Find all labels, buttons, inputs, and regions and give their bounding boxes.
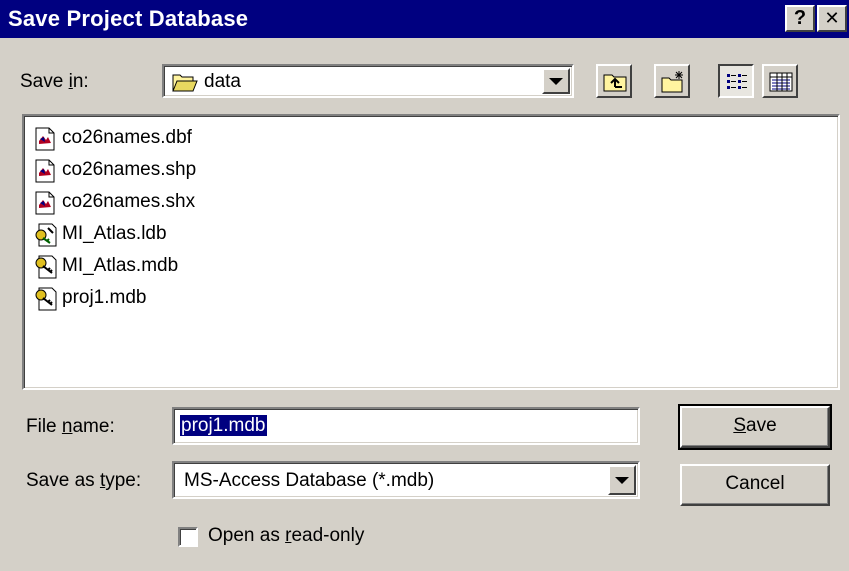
file-name-text: co26names.shx (62, 191, 196, 212)
chevron-down-icon (549, 78, 563, 85)
read-only-label-post: ead-only (291, 525, 365, 546)
file-list[interactable]: co26names.dbf co26names.shp co26names.shx M… (22, 114, 840, 390)
access-database-icon (34, 255, 58, 279)
access-database-icon (34, 287, 58, 311)
read-only-label-pre: Open as (208, 525, 286, 546)
read-only-checkbox[interactable] (178, 527, 198, 547)
save-in-label-post: n: (72, 71, 89, 92)
dialog-title: Save Project Database (8, 6, 249, 31)
file-name-label: File name: (26, 416, 115, 438)
save-as-type-label: Save as type: (26, 470, 141, 492)
save-in-dropdown-button[interactable] (542, 68, 570, 94)
read-only-label[interactable]: Open as read-only (208, 525, 364, 547)
list-view-icon (727, 74, 747, 89)
new-folder-icon (661, 71, 683, 93)
save-as-type-combo[interactable]: MS-Access Database (*.mdb) (172, 461, 640, 499)
save-as-type-dropdown-button[interactable] (608, 465, 636, 495)
save-in-combo[interactable]: data (162, 64, 574, 98)
save-as-type-label-post: ype: (105, 470, 142, 491)
save-as-type-label-pre: Save as (26, 470, 100, 491)
file-name-input[interactable]: proj1.mdb (172, 407, 640, 445)
help-button[interactable]: ? (785, 5, 815, 32)
file-name-label-accel: n (61, 416, 73, 437)
close-icon: ✕ (824, 8, 840, 28)
details-view-icon (769, 72, 793, 92)
details-view-button[interactable] (762, 64, 798, 98)
file-name-text: co26names.shp (62, 159, 197, 180)
file-name-text: co26names.dbf (62, 127, 192, 148)
file-name-value: proj1.mdb (180, 415, 267, 437)
save-button-label: ave (746, 415, 777, 436)
close-button[interactable]: ✕ (817, 5, 847, 32)
cancel-button[interactable]: Cancel (680, 464, 830, 506)
save-in-value: data (204, 71, 241, 92)
shapefile-icon (34, 127, 58, 151)
create-new-folder-button[interactable] (654, 64, 690, 98)
file-name-text: MI_Atlas.mdb (62, 255, 179, 276)
shapefile-icon (34, 191, 58, 215)
file-name-selection: proj1.mdb (180, 415, 267, 436)
save-as-type-value: MS-Access Database (*.mdb) (184, 470, 435, 491)
file-name-text: MI_Atlas.ldb (62, 223, 167, 244)
folder-open-icon (172, 74, 198, 92)
file-name-label-pre: File (26, 416, 62, 437)
save-button[interactable]: Save (678, 404, 832, 450)
title-bar[interactable]: Save Project Database ? ✕ (0, 0, 849, 38)
shapefile-icon (34, 159, 58, 183)
access-lock-icon (34, 223, 58, 247)
chevron-down-icon (615, 477, 629, 484)
list-view-button[interactable] (718, 64, 754, 98)
file-name-text: proj1.mdb (62, 287, 147, 308)
up-one-level-button[interactable] (596, 64, 632, 98)
save-in-label-pre: Save (20, 71, 69, 92)
save-button-accel: S (733, 415, 747, 436)
save-project-database-dialog: Save Project Database ? ✕ Save in: data (0, 0, 849, 571)
save-in-label: Save in: (20, 71, 89, 93)
file-name-label-post: ame: (72, 416, 115, 437)
up-folder-icon (603, 74, 627, 92)
